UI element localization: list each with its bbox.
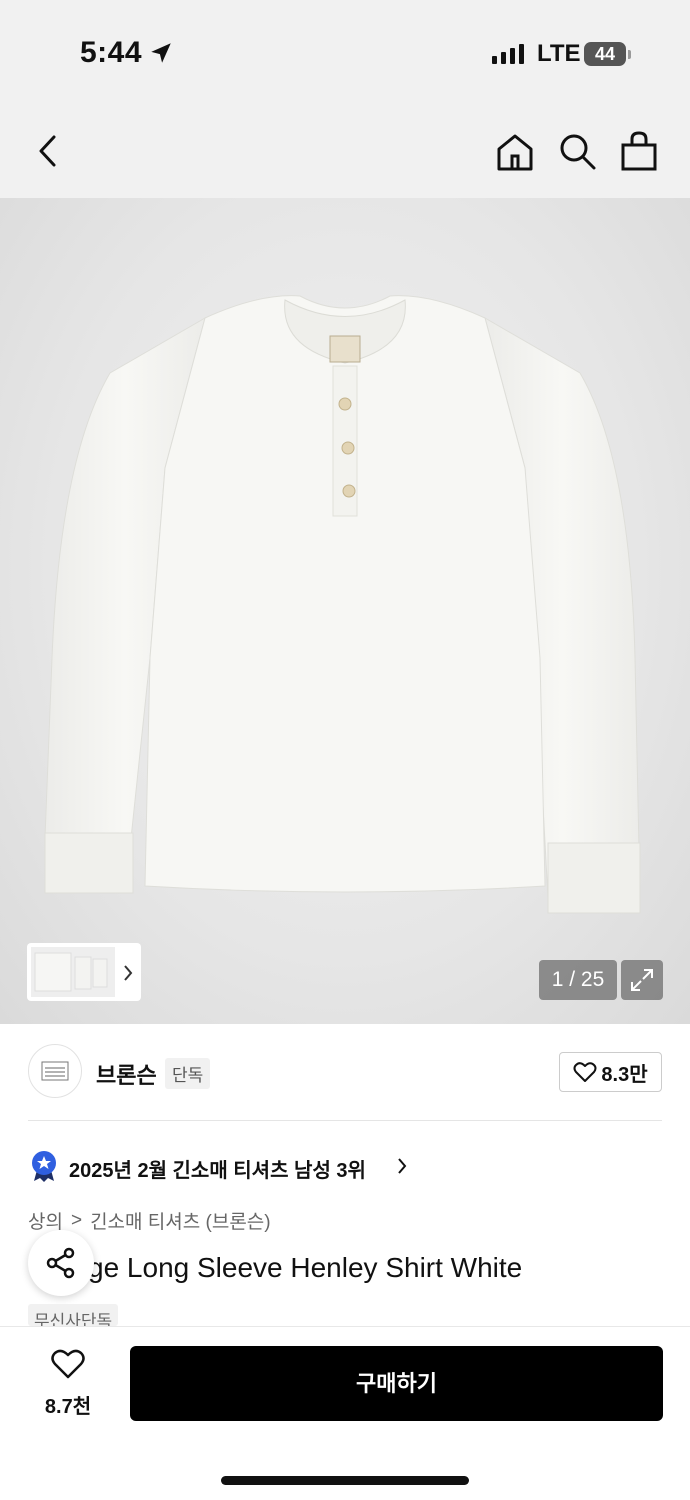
brand-name[interactable]: 브론슨 [96, 1058, 157, 1090]
product-title: ge Long Sleeve Henley Shirt White [28, 1252, 662, 1284]
breadcrumb-separator: > [70, 1209, 83, 1231]
battery-tip [628, 50, 631, 59]
brand-logo-image [41, 1061, 69, 1081]
ranking-text[interactable]: 2025년 2월 긴소매 티셔츠 남성 3위 [69, 1154, 366, 1183]
network-type: LTE [537, 40, 581, 67]
product-title-text: ge Long Sleeve Henley Shirt White [88, 1252, 523, 1283]
image-counter: 1 / 25 [539, 960, 617, 1000]
nav-bar [0, 100, 690, 198]
brand-logo[interactable] [28, 1044, 82, 1098]
signal-icon [492, 44, 524, 64]
product-image[interactable] [0, 198, 690, 1024]
battery-icon: 44 [584, 42, 626, 66]
brand-like-button[interactable]: 8.3만 [559, 1052, 662, 1092]
back-icon[interactable] [36, 134, 60, 168]
wish-count: 8.7천 [44, 1396, 92, 1418]
chevron-right-icon[interactable] [122, 964, 134, 982]
heart-icon [573, 1062, 597, 1082]
chevron-right-icon[interactable] [396, 1157, 408, 1175]
brand-like-count: 8.3만 [601, 1063, 648, 1086]
heart-icon[interactable] [50, 1348, 86, 1380]
brand-exclusive-tag: 단독 [165, 1058, 211, 1089]
share-icon [46, 1247, 75, 1279]
ranking-badge-icon [32, 1151, 56, 1182]
expand-button[interactable] [621, 960, 663, 1000]
location-arrow-icon [151, 43, 171, 63]
thumbnail-image[interactable] [31, 947, 115, 997]
search-icon[interactable] [558, 132, 598, 172]
status-time: 5:44 [80, 36, 143, 69]
buy-button[interactable]: 구매하기 [130, 1346, 663, 1421]
home-icon[interactable] [495, 132, 535, 172]
shopping-bag-icon[interactable] [620, 130, 658, 172]
henley-shirt-image [44, 295, 641, 914]
breadcrumb-subcategory[interactable]: 긴소매 티셔츠 (브론슨) [90, 1207, 271, 1234]
expand-icon [631, 969, 653, 991]
home-indicator [221, 1476, 469, 1485]
share-button[interactable] [28, 1230, 94, 1296]
musinsa-exclusive-tag: 무신사단독 [28, 1304, 119, 1326]
status-bar: 5:44 LTE 44 [0, 0, 690, 100]
divider [28, 1120, 662, 1121]
